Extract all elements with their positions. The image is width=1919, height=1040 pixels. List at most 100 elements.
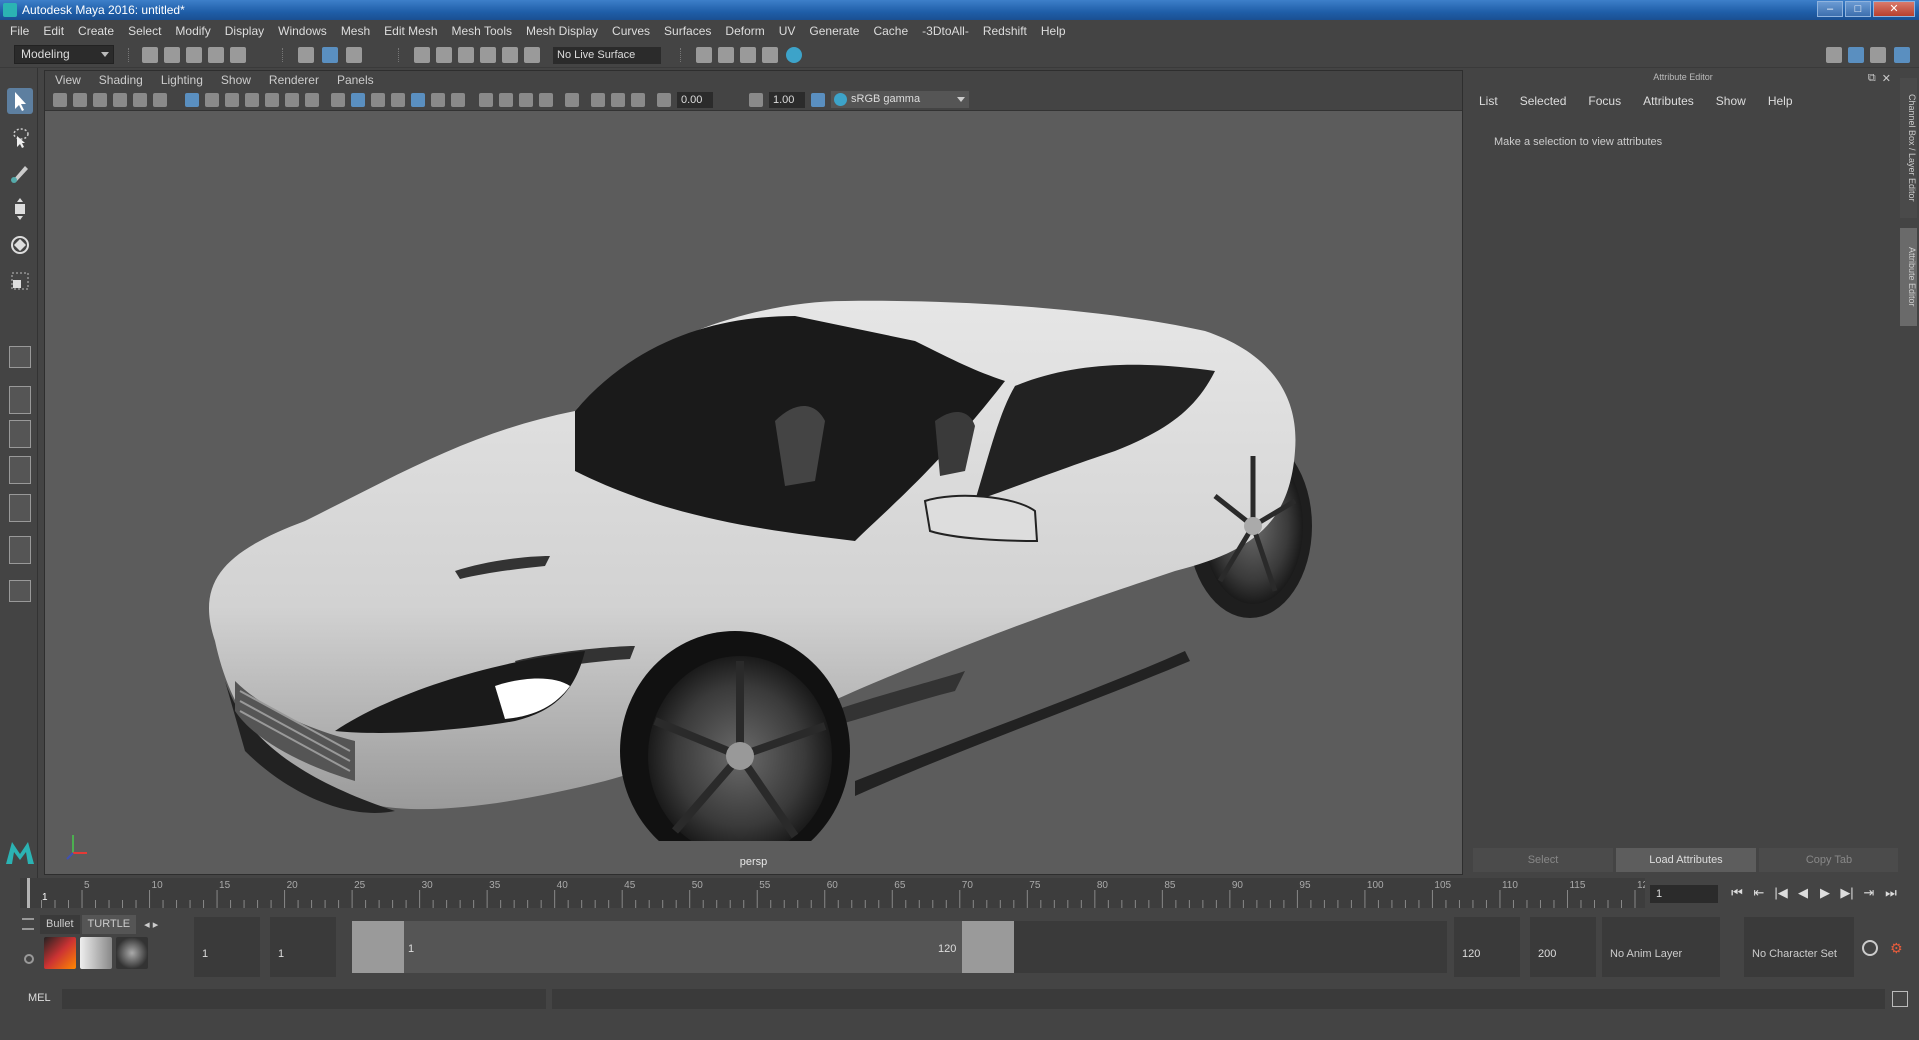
step-forward-key-button[interactable]: ⇥ <box>1860 884 1878 902</box>
minimize-button[interactable]: – <box>1817 1 1843 17</box>
select-tool-icon[interactable] <box>7 88 33 114</box>
snap-point-icon[interactable] <box>458 47 474 63</box>
viewport-menu-show[interactable]: Show <box>221 73 251 87</box>
auto-key-icon[interactable] <box>1862 940 1878 956</box>
viewport-menu-lighting[interactable]: Lighting <box>161 73 203 87</box>
range-end-handle[interactable] <box>962 921 1014 973</box>
uv-layout-icon[interactable] <box>9 536 31 564</box>
shelf-tab-turtle[interactable]: TURTLE <box>81 915 137 934</box>
turtle-bake-icon[interactable] <box>80 937 112 969</box>
current-frame-field[interactable]: 1 <box>1650 885 1718 903</box>
script-language-label[interactable]: MEL <box>28 992 51 1004</box>
gate-mask-icon[interactable] <box>245 93 259 107</box>
copy-tab-button[interactable]: Copy Tab <box>1759 848 1899 872</box>
menu-surfaces[interactable]: Surfaces <box>664 24 711 38</box>
load-attributes-button[interactable]: Load Attributes <box>1616 848 1756 872</box>
depth-of-field-icon[interactable] <box>539 93 553 107</box>
open-scene-icon[interactable] <box>164 47 180 63</box>
multisample-aa-icon[interactable] <box>519 93 533 107</box>
viewport-menu-panels[interactable]: Panels <box>337 73 374 87</box>
workspace-icon[interactable] <box>1826 47 1842 63</box>
shelf-menu-icon[interactable] <box>22 918 34 930</box>
magnet-icon[interactable] <box>524 47 540 63</box>
ae-menu-help[interactable]: Help <box>1768 94 1793 108</box>
exposure-field[interactable]: 0.00 <box>677 92 713 108</box>
viewport-menu-view[interactable]: View <box>55 73 81 87</box>
ae-menu-focus[interactable]: Focus <box>1588 94 1621 108</box>
step-forward-frame-button[interactable]: ▶| <box>1838 884 1856 902</box>
persp-outliner-layout-icon[interactable] <box>9 420 31 448</box>
animation-end-field[interactable]: 200 <box>1530 917 1596 977</box>
ae-menu-attributes[interactable]: Attributes <box>1643 94 1694 108</box>
xray-active-components-icon[interactable] <box>611 93 625 107</box>
use-all-lights-icon[interactable] <box>431 93 445 107</box>
image-plane-icon[interactable] <box>113 93 127 107</box>
safe-action-icon[interactable] <box>285 93 299 107</box>
color-management-icon[interactable] <box>811 93 825 107</box>
persp-graph-layout-icon[interactable] <box>9 456 31 484</box>
select-by-component-icon[interactable] <box>346 47 362 63</box>
save-scene-icon[interactable] <box>186 47 202 63</box>
menu-deform[interactable]: Deform <box>725 24 764 38</box>
anim-layer-select[interactable]: No Anim Layer <box>1602 917 1720 977</box>
shelf-settings-icon[interactable] <box>24 954 34 964</box>
two-d-pan-icon[interactable] <box>133 93 147 107</box>
shadows-icon[interactable] <box>451 93 465 107</box>
menu-edit[interactable]: Edit <box>43 24 64 38</box>
menu-help[interactable]: Help <box>1041 24 1066 38</box>
ae-menu-show[interactable]: Show <box>1716 94 1746 108</box>
motion-blur-icon[interactable] <box>499 93 513 107</box>
wireframe-on-shaded-icon[interactable] <box>391 93 405 107</box>
xray-joints-icon[interactable] <box>631 93 645 107</box>
attribute-editor-toggle-icon[interactable] <box>1848 47 1864 63</box>
grid-icon[interactable] <box>185 93 199 107</box>
step-back-key-button[interactable]: ⇤ <box>1750 884 1768 902</box>
menu-edit-mesh[interactable]: Edit Mesh <box>384 24 437 38</box>
viewport-menu-renderer[interactable]: Renderer <box>269 73 319 87</box>
menu-select[interactable]: Select <box>128 24 161 38</box>
use-default-material-icon[interactable] <box>371 93 385 107</box>
menu-cache[interactable]: Cache <box>873 24 908 38</box>
single-perspective-layout-icon[interactable] <box>9 346 31 368</box>
range-slider[interactable]: 1 120 <box>352 921 1447 973</box>
isolate-select-icon[interactable] <box>565 93 579 107</box>
playback-start-field[interactable]: 1 <box>270 917 336 977</box>
gamma-icon[interactable] <box>749 93 763 107</box>
tab-attribute-editor[interactable]: Attribute Editor <box>1900 228 1917 326</box>
snap-view-plane-icon[interactable] <box>480 47 496 63</box>
gamma-field[interactable]: 1.00 <box>769 92 805 108</box>
safe-title-icon[interactable] <box>305 93 319 107</box>
exposure-icon[interactable] <box>657 93 671 107</box>
xray-icon[interactable] <box>591 93 605 107</box>
grease-pencil-icon[interactable] <box>153 93 167 107</box>
smooth-shade-icon[interactable] <box>351 93 365 107</box>
viewport-menu-shading[interactable]: Shading <box>99 73 143 87</box>
move-tool-icon[interactable] <box>7 196 33 222</box>
ipr-render-icon[interactable] <box>718 47 734 63</box>
range-start-handle[interactable] <box>352 921 404 973</box>
select-by-hierarchy-icon[interactable] <box>298 47 314 63</box>
menu-file[interactable]: File <box>10 24 29 38</box>
snap-curve-icon[interactable] <box>436 47 452 63</box>
redo-icon[interactable] <box>230 47 246 63</box>
menu-uv[interactable]: UV <box>779 24 796 38</box>
menu-display[interactable]: Display <box>225 24 264 38</box>
undo-icon[interactable] <box>208 47 224 63</box>
animation-start-field[interactable]: 1 <box>194 917 260 977</box>
snap-grid-icon[interactable] <box>414 47 430 63</box>
current-time-indicator[interactable] <box>27 878 30 908</box>
camera-icon[interactable] <box>53 93 67 107</box>
new-scene-icon[interactable] <box>142 47 158 63</box>
view-transform-select[interactable]: sRGB gamma <box>831 91 969 108</box>
paint-select-tool-icon[interactable] <box>7 160 33 186</box>
select-button[interactable]: Select <box>1473 848 1613 872</box>
lasso-tool-icon[interactable] <box>7 124 33 150</box>
menu-modify[interactable]: Modify <box>175 24 210 38</box>
menu-curves[interactable]: Curves <box>612 24 650 38</box>
menu-mesh-display[interactable]: Mesh Display <box>526 24 598 38</box>
script-editor-icon[interactable] <box>1892 991 1908 1007</box>
channel-box-toggle-icon[interactable] <box>1894 47 1910 63</box>
tool-settings-icon[interactable] <box>1870 47 1886 63</box>
menu-create[interactable]: Create <box>78 24 114 38</box>
perspective-viewport[interactable]: View Shading Lighting Show Renderer Pane… <box>44 70 1463 875</box>
